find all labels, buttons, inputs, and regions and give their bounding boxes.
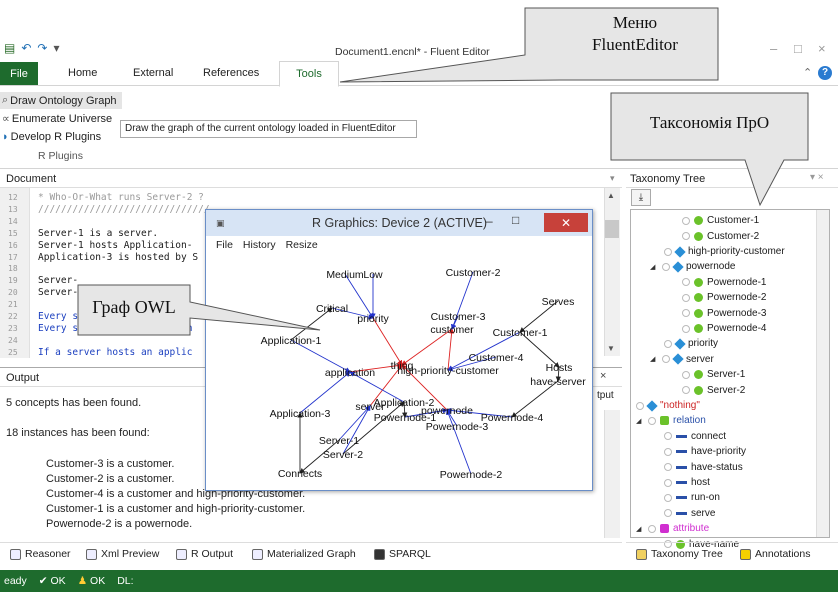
graph-callout-text: Граф OWL <box>92 297 176 317</box>
taxonomy-callout-box <box>610 92 809 207</box>
taxonomy-callout-text: Таксономія ПрО <box>649 113 770 132</box>
menu-callout-line2: FluentEditor <box>592 35 678 54</box>
menu-callout-line1: Меню <box>612 13 658 32</box>
menu-callout-text: Меню FluentEditor <box>560 12 710 56</box>
callout-layer <box>77 7 809 336</box>
